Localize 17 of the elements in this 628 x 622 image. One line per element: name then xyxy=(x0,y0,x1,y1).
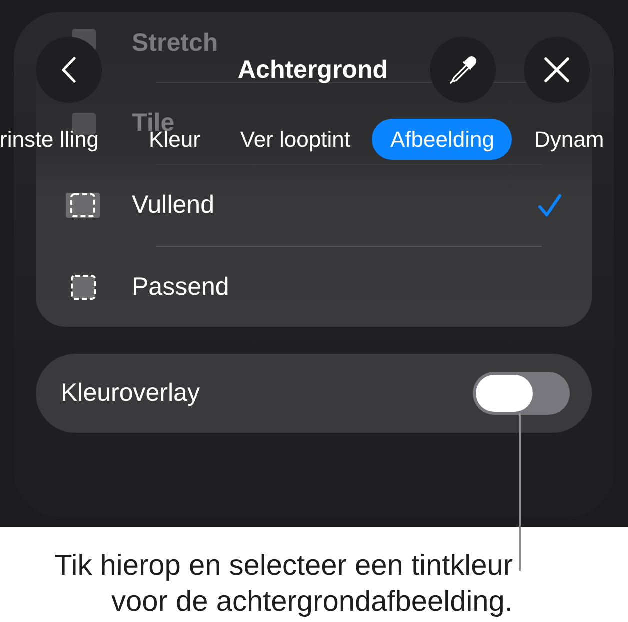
checkmark-icon xyxy=(538,194,562,218)
chevron-left-icon xyxy=(62,57,76,83)
dashed-square-icon xyxy=(71,274,96,300)
tab[interactable]: Afbeelding xyxy=(372,119,512,160)
close-icon xyxy=(544,57,570,83)
overlay-label: Kleuroverlay xyxy=(61,379,200,408)
option-row[interactable]: Vullend xyxy=(36,165,592,246)
tab[interactable]: Ver looptint xyxy=(222,119,368,160)
tab[interactable]: Dynam xyxy=(516,119,622,160)
option-row[interactable]: Passend xyxy=(36,247,592,327)
window-title: Achtergrond xyxy=(238,56,388,84)
option-label: Stretch xyxy=(132,29,218,58)
callout-text: Tik hierop en selecteer een tintkleur voor de achtergrondafbeelding. xyxy=(54,549,513,620)
tab[interactable]: rinste lling xyxy=(0,119,128,160)
overlay-toggle[interactable] xyxy=(473,372,570,415)
dashed-square-icon xyxy=(66,193,100,218)
eyedropper-icon xyxy=(448,55,478,85)
